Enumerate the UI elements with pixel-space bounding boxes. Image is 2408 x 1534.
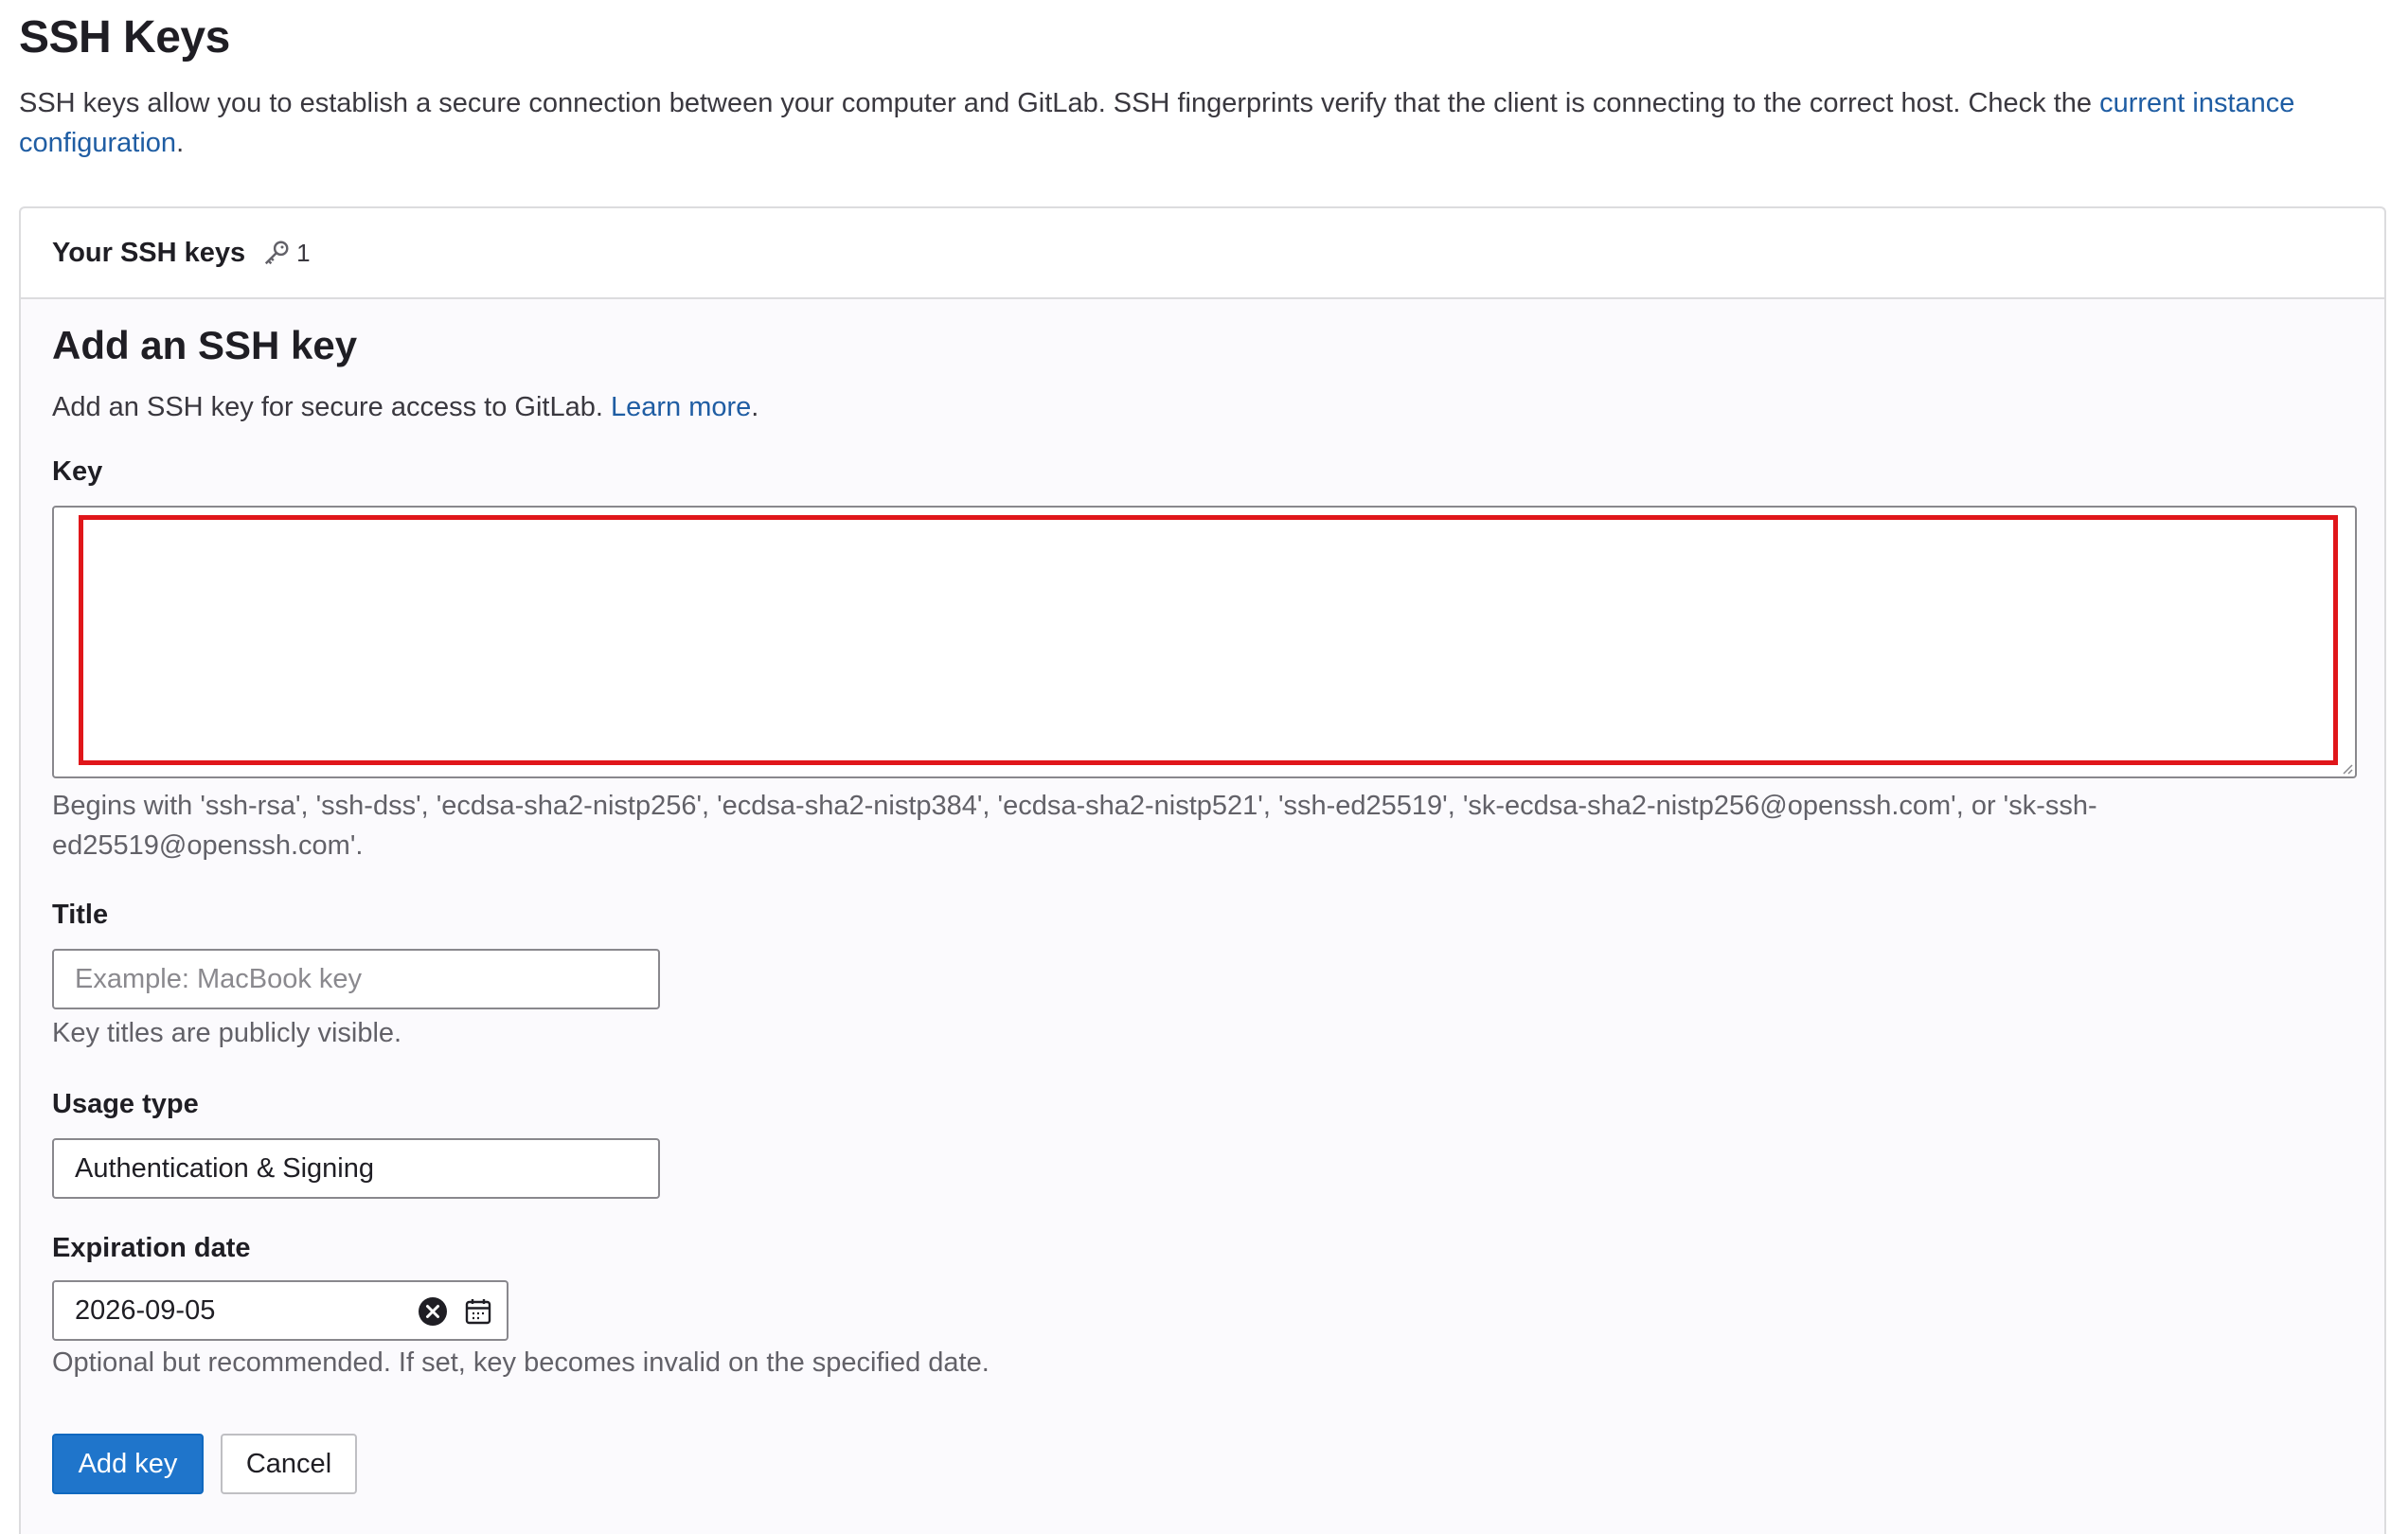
usage-type-select[interactable]: Authentication & Signing [52, 1138, 660, 1199]
expiration-date-label: Expiration date [52, 1233, 251, 1263]
key-icon [262, 239, 291, 267]
title-help-text: Key titles are publicly visible. [52, 1018, 402, 1048]
title-label: Title [52, 900, 109, 930]
title-input[interactable] [52, 949, 660, 1009]
learn-more-link[interactable]: Learn more [611, 392, 751, 422]
expiration-date-input[interactable]: 2026-09-05 [52, 1280, 508, 1341]
key-count: 1 [296, 238, 311, 267]
form-description-text: Add an SSH key for secure access to GitL… [52, 392, 611, 422]
form-title: Add an SSH key [52, 323, 358, 367]
card-header-title: Your SSH keys [52, 237, 246, 268]
intro-end: . [176, 128, 185, 158]
expiration-help-text: Optional but recommended. If set, key be… [52, 1347, 990, 1378]
add-key-button[interactable]: Add key [52, 1434, 204, 1494]
cancel-button[interactable]: Cancel [221, 1434, 357, 1494]
ssh-keys-card: Your SSH keys 1 Add an SSH key Add an SS… [19, 206, 2386, 1534]
add-key-form: Add an SSH key Add an SSH key for secure… [21, 299, 2384, 1494]
form-description-end: . [751, 392, 759, 422]
page-intro: SSH keys allow you to establish a secure… [19, 83, 2396, 163]
form-actions: Add key Cancel [52, 1434, 2353, 1494]
ssh-keys-page: SSH Keys SSH keys allow you to establish… [0, 0, 2408, 1534]
key-textarea[interactable] [54, 508, 2355, 776]
clear-date-icon[interactable] [418, 1296, 448, 1327]
key-help-text: Begins with 'ssh-rsa', 'ssh-dss', 'ecdsa… [52, 791, 2097, 861]
key-textarea-wrapper [52, 506, 2357, 778]
page-title: SSH Keys [19, 12, 230, 62]
key-label: Key [52, 456, 103, 487]
usage-type-value: Authentication & Signing [75, 1152, 374, 1184]
intro-text: SSH keys allow you to establish a secure… [19, 88, 2100, 118]
form-description: Add an SSH key for secure access to GitL… [52, 388, 2353, 426]
card-header: Your SSH keys 1 [21, 208, 2384, 299]
calendar-icon[interactable] [463, 1296, 493, 1327]
usage-type-label: Usage type [52, 1089, 199, 1119]
